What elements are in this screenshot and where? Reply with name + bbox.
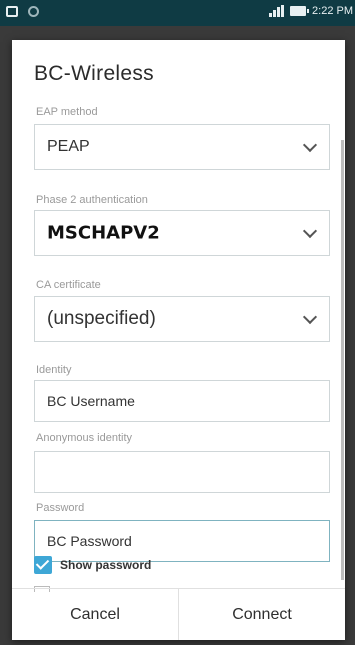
battery-icon xyxy=(290,6,310,16)
password-label: Password xyxy=(36,502,85,514)
dialog-scroll-area[interactable]: EAP method PEAP Phase 2 authentication M… xyxy=(12,102,345,574)
password-value: BC Password xyxy=(47,533,132,549)
identity-field[interactable]: BC Username xyxy=(34,380,330,422)
connect-button[interactable]: Connect xyxy=(178,589,345,640)
show-password-row[interactable]: Show password xyxy=(34,556,151,574)
scrollbar[interactable] xyxy=(341,140,344,580)
wifi-config-dialog: BC-Wireless EAP method PEAP Phase 2 auth… xyxy=(12,40,345,640)
chevron-down-icon xyxy=(302,309,318,325)
sync-circle-icon xyxy=(28,6,39,17)
ca-certificate-label: CA certificate xyxy=(36,279,101,291)
status-left-icons xyxy=(6,6,39,17)
show-password-checkbox[interactable] xyxy=(34,556,52,574)
signal-icon xyxy=(269,5,285,17)
anonymous-identity-field[interactable] xyxy=(34,451,330,493)
status-bar: 2:22 PM xyxy=(0,0,355,26)
ca-certificate-dropdown[interactable]: (unspecified) xyxy=(34,296,330,342)
show-password-label: Show password xyxy=(60,558,152,572)
phase2-value: MSCHAPV2 xyxy=(47,222,160,244)
dialog-button-bar: Cancel Connect xyxy=(12,588,345,640)
ca-certificate-value: (unspecified) xyxy=(47,308,156,329)
anonymous-identity-label: Anonymous identity xyxy=(36,432,132,444)
chevron-down-icon xyxy=(302,223,318,239)
notification-square-icon xyxy=(6,6,18,17)
eap-method-dropdown[interactable]: PEAP xyxy=(34,124,330,170)
status-right-icons: 2:22 PM xyxy=(269,5,353,17)
status-time: 2:22 PM xyxy=(312,5,353,17)
cancel-button[interactable]: Cancel xyxy=(12,589,178,640)
identity-value: BC Username xyxy=(47,393,135,409)
phase2-dropdown[interactable]: MSCHAPV2 xyxy=(34,210,330,256)
eap-method-label: EAP method xyxy=(36,106,98,118)
dialog-title: BC-Wireless xyxy=(34,62,154,85)
chevron-down-icon xyxy=(302,137,318,153)
eap-method-value: PEAP xyxy=(47,138,90,155)
identity-label: Identity xyxy=(36,364,72,376)
phase2-label: Phase 2 authentication xyxy=(36,194,148,206)
